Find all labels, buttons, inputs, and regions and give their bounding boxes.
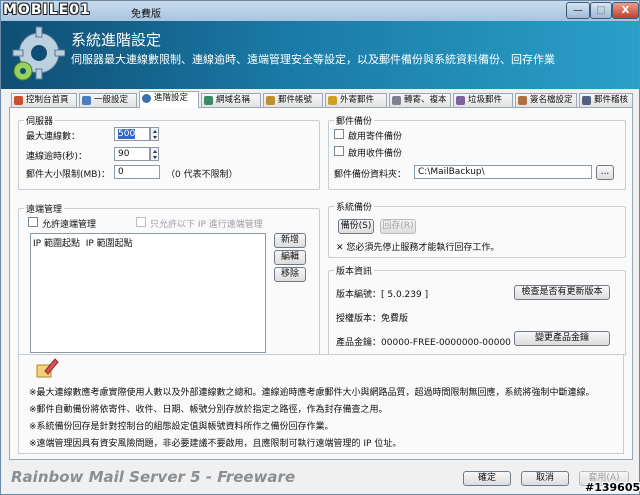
mail-backup-group-title: 郵件備份	[334, 114, 375, 127]
version-group-title: 版本資訊	[334, 264, 375, 277]
tab-bar: 控制台首頁 一般設定 進階設定 網域名稱 郵件帳號 外寄郵件 轉寄、複本 垃圾郵…	[9, 91, 633, 108]
minimize-button[interactable]: —	[566, 2, 590, 19]
ip-col-end: IP 範圍起點	[85, 239, 133, 249]
edit-ip-button[interactable]: 編輯	[274, 250, 306, 265]
backup-button[interactable]: 備份(S)	[338, 219, 374, 234]
note-line: ※遠端管理因具有資安風險問題，非必要建議不要啟用，且應限制可執行遠端管理的 IP…	[29, 439, 402, 449]
tab-forwarding[interactable]: 轉寄、複本	[389, 93, 451, 107]
product-key: 產品金鑰：00000-FREE-0000000-00000	[336, 335, 511, 348]
mail-size-input[interactable]: 0	[114, 165, 160, 179]
gear-icon	[12, 26, 65, 81]
ip-list-header: IP 範圍起點 IP 範圍起點	[33, 236, 133, 249]
timeout-label: 連線逾時(秒)：	[26, 152, 88, 162]
backup-folder-label: 郵件備份資料夾：	[334, 170, 407, 180]
note-pencil-icon	[36, 358, 59, 378]
remote-admin-group-title: 遠端管理	[24, 202, 65, 215]
allow-remote-label: 允許遠端管理	[42, 220, 97, 230]
check-update-button[interactable]: 檢查是否有更新版本	[514, 285, 610, 300]
watermark-id: #139605	[585, 481, 640, 494]
system-backup-group-title: 系統備份	[334, 200, 375, 213]
ip-col-start: IP 範圍起點	[33, 239, 80, 249]
note-line: ※郵件自動備份將依寄件、收件、日期、帳號分別存放於指定之路徑，作為封存備查之用。	[29, 405, 388, 415]
server-group-title: 伺服器	[24, 114, 56, 127]
max-connections-label: 最大連線數：	[26, 132, 81, 142]
license-type: 授權版本：免費版	[336, 314, 409, 324]
only-ip-label: 只允許以下 IP 進行遠端管理	[150, 220, 263, 230]
note-line: ※最大連線數應考慮實際使用人數以及外部連線數之總和。連線逾時應考慮郵件大小與網路…	[29, 388, 595, 398]
advanced-settings-panel: 伺服器 最大連線數： 500 連線逾時(秒)： 90 郵件大小限制(MB)： 0…	[9, 107, 633, 460]
cancel-button[interactable]: 取消	[521, 471, 569, 486]
signature-icon	[518, 96, 527, 105]
note-line: ※系統備份回存是針對控制台的組態設定值與帳號資料所作之備份回存作業。	[29, 422, 334, 432]
tab-accounts[interactable]: 郵件帳號	[263, 93, 323, 107]
add-ip-button[interactable]: 新增	[274, 233, 306, 248]
max-connections-spinner[interactable]	[150, 127, 159, 141]
restore-button[interactable]: 回存(R)	[380, 219, 416, 234]
tab-outgoing[interactable]: 外寄郵件	[325, 93, 387, 107]
notes-box: ※最大連線數應考慮實際使用人數以及外部連線數之總和。連線逾時應考慮郵件大小與網路…	[18, 354, 624, 454]
build-number: 版本編號：[ 5.0.239 ]	[336, 290, 429, 300]
max-connections-input[interactable]: 500	[114, 127, 150, 141]
tab-general[interactable]: 一般設定	[79, 93, 137, 107]
ip-range-list[interactable]: IP 範圍起點 IP 範圍起點	[30, 233, 266, 353]
gear-icon	[142, 94, 151, 103]
tab-dashboard[interactable]: 控制台首頁	[11, 93, 77, 107]
mail-icon	[266, 96, 275, 105]
close-button[interactable]: X	[612, 2, 639, 19]
product-key-value: 00000-FREE-0000000-00000	[381, 338, 511, 348]
enable-incoming-backup-checkbox[interactable]	[334, 146, 344, 156]
window-title: 免費版	[131, 9, 161, 20]
home-icon	[14, 96, 23, 105]
tab-audit[interactable]: 郵件稽核	[579, 93, 633, 107]
timeout-input[interactable]: 90	[114, 147, 150, 161]
title-bar: MOBILE01 免費版 — □ X	[1, 1, 639, 21]
main-window: MOBILE01 免費版 — □ X 系統進階設定 伺服器最大連線數限制、連線逾…	[0, 0, 640, 495]
watermark-logo: MOBILE01	[3, 2, 91, 18]
globe-icon	[204, 96, 213, 105]
only-ip-checkbox[interactable]	[136, 217, 146, 227]
maximize-button[interactable]: □	[590, 2, 612, 19]
enable-incoming-backup-label: 啟用收件備份	[348, 149, 403, 159]
backup-folder-input[interactable]: C:\MailBackup\	[414, 165, 592, 179]
restore-warning: ✕ 您必須先停止服務才能執行回存工作。	[336, 243, 500, 253]
ok-button[interactable]: 確定	[463, 471, 511, 486]
tab-spam[interactable]: 垃圾郵件	[453, 93, 513, 107]
audit-icon	[582, 96, 591, 105]
change-key-button[interactable]: 變更產品金鑰	[514, 331, 610, 346]
allow-remote-checkbox[interactable]	[28, 217, 38, 227]
remove-ip-button[interactable]: 移除	[274, 267, 306, 282]
browse-folder-button[interactable]: ...	[596, 165, 614, 180]
mail-size-label: 郵件大小限制(MB)：	[26, 170, 110, 180]
enable-outgoing-backup-checkbox[interactable]	[334, 129, 344, 139]
settings-icon	[82, 96, 91, 105]
tab-domains[interactable]: 網域名稱	[201, 93, 261, 107]
spam-icon	[456, 96, 465, 105]
footer-brand: Rainbow Mail Server 5 - Freeware	[11, 468, 296, 486]
product-key-label: 產品金鑰：	[336, 338, 382, 348]
forward-icon	[392, 96, 401, 105]
enable-outgoing-backup-label: 啟用寄件備份	[348, 132, 403, 142]
page-title: 系統進階設定	[71, 31, 162, 49]
page-description: 伺服器最大連線數限制、連線逾時、遠端管理安全等設定，以及郵件備份與系統資料備份、…	[71, 53, 555, 66]
warning-icon: ✕	[336, 243, 347, 253]
tab-signature[interactable]: 簽名檔設定	[515, 93, 577, 107]
tab-advanced[interactable]: 進階設定	[139, 91, 199, 108]
mail-size-hint: （0 代表不限制）	[166, 170, 238, 180]
timeout-spinner[interactable]	[150, 147, 159, 161]
header-banner: 系統進階設定 伺服器最大連線數限制、連線逾時、遠端管理安全等設定，以及郵件備份與…	[1, 21, 639, 89]
outbox-icon	[328, 96, 337, 105]
